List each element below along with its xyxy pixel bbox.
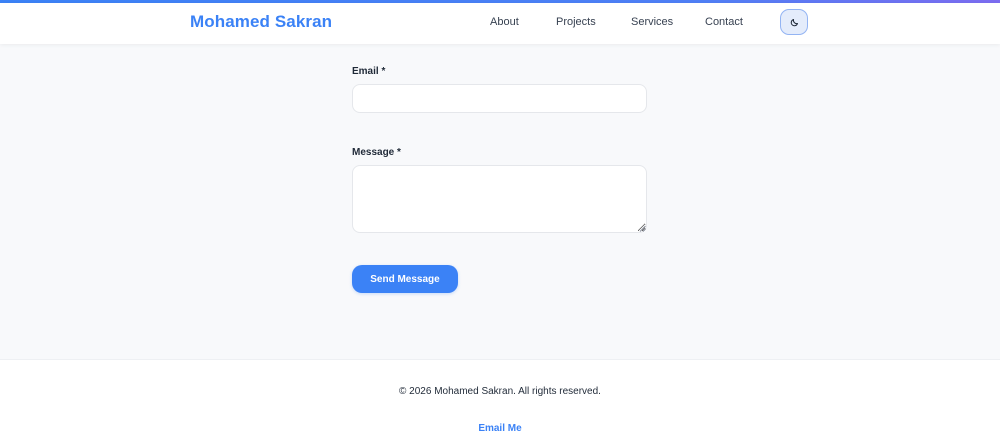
email-field[interactable] <box>352 84 647 113</box>
nav-link-projects[interactable]: Projects <box>556 16 596 28</box>
footer: © 2026 Mohamed Sakran. All rights reserv… <box>0 359 1000 443</box>
theme-toggle-button[interactable] <box>780 9 808 35</box>
email-me-link[interactable]: Email Me <box>478 423 521 434</box>
nav-link-about[interactable]: About <box>490 16 519 28</box>
email-label: Email * <box>352 66 386 77</box>
page: Mohamed Sakran About Projects Services C… <box>0 0 1000 443</box>
nav-link-contact[interactable]: Contact <box>705 16 743 28</box>
message-field[interactable] <box>352 165 647 233</box>
nav-link-services[interactable]: Services <box>631 16 673 28</box>
send-message-button[interactable]: Send Message <box>352 265 458 293</box>
moon-icon <box>790 18 799 27</box>
brand-logo[interactable]: Mohamed Sakran <box>190 12 332 32</box>
message-label: Message * <box>352 147 401 158</box>
copyright-text: © 2026 Mohamed Sakran. All rights reserv… <box>399 386 601 397</box>
navbar: Mohamed Sakran About Projects Services C… <box>0 3 1000 44</box>
